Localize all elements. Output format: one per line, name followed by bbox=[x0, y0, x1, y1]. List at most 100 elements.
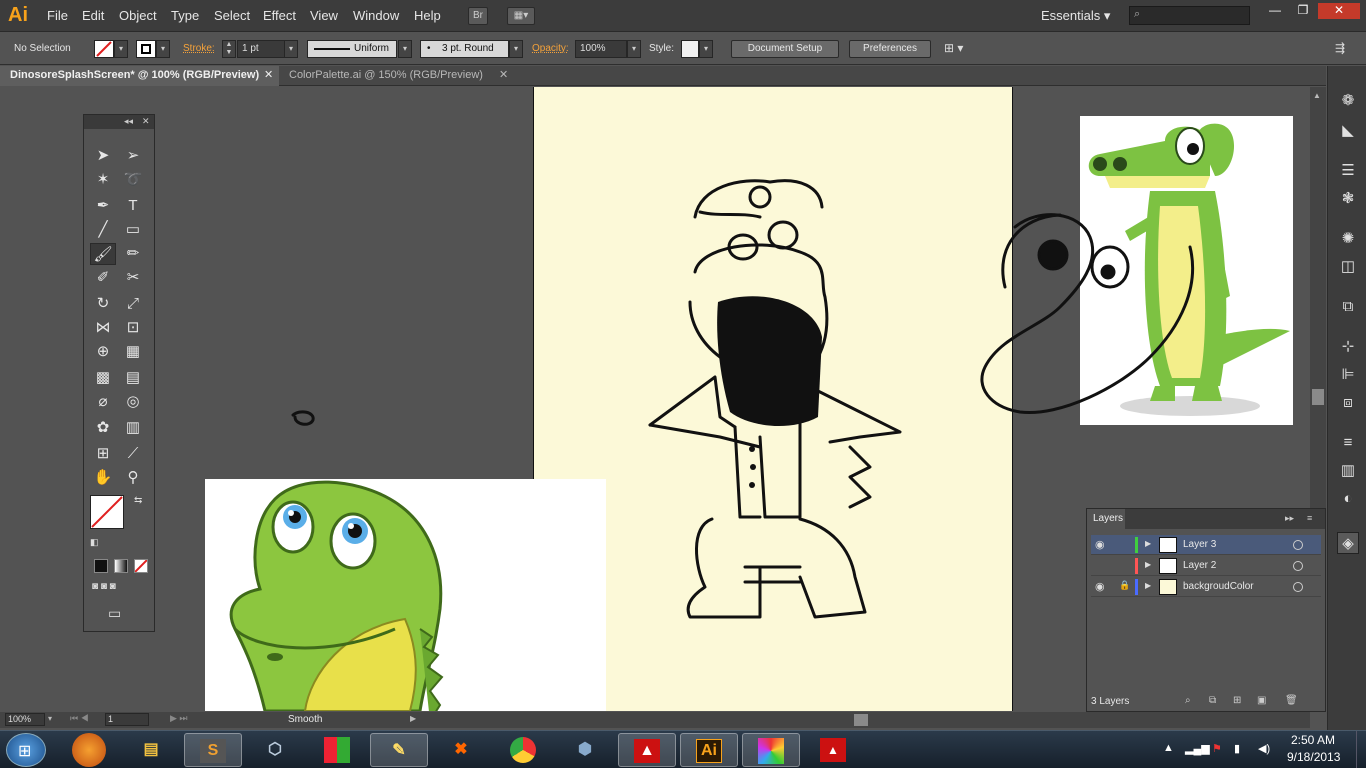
brush-dropdown[interactable]: ▾ bbox=[509, 40, 523, 58]
none-mode-icon[interactable] bbox=[134, 559, 148, 573]
panel-menu-icon[interactable]: ⇶ bbox=[1335, 41, 1345, 55]
line-segment-icon[interactable]: ╱ bbox=[90, 219, 116, 241]
menu-view[interactable]: View bbox=[310, 8, 338, 23]
magic-wand-icon[interactable]: ✶ bbox=[90, 169, 116, 191]
shape-builder-icon[interactable]: ⊕ bbox=[90, 341, 116, 363]
menu-type[interactable]: Type bbox=[171, 8, 199, 23]
maximize-button[interactable]: ❐ bbox=[1290, 3, 1316, 19]
expand-triangle-icon[interactable]: ▶ bbox=[1145, 581, 1151, 590]
stroke-stepper[interactable]: ▲ ▼ bbox=[222, 40, 236, 58]
default-colors-icon[interactable]: ◧ bbox=[90, 537, 99, 548]
mesh-icon[interactable]: ▩ bbox=[90, 367, 116, 389]
draw-behind-icon[interactable]: ◙ bbox=[101, 581, 107, 592]
illustrator-icon[interactable]: Ai bbox=[680, 733, 738, 767]
menu-window[interactable]: Window bbox=[353, 8, 399, 23]
opacity-dropdown[interactable]: ▾ bbox=[627, 40, 641, 58]
horizontal-scroll-thumb[interactable] bbox=[854, 714, 868, 726]
slice-icon[interactable]: ⟋ bbox=[120, 443, 146, 465]
layers-tab[interactable]: Layers bbox=[1087, 509, 1125, 529]
status-menu-icon[interactable]: ▶ bbox=[410, 714, 416, 723]
palette-icon[interactable] bbox=[742, 733, 800, 767]
screen-mode-icon[interactable]: ▭ bbox=[108, 605, 121, 622]
xampp-icon[interactable]: ✖ bbox=[432, 733, 490, 767]
opacity-field[interactable]: 100% bbox=[575, 40, 627, 58]
tab-dinosore-splash[interactable]: DinosoreSplashScreen* @ 100% (RGB/Previe… bbox=[0, 66, 279, 86]
preferences-button[interactable]: Preferences bbox=[849, 40, 931, 58]
rectangle-icon[interactable]: ▭ bbox=[120, 219, 146, 241]
hand-icon[interactable]: ✋ bbox=[90, 467, 116, 489]
arrange-documents-button[interactable]: ▦▾ bbox=[507, 7, 535, 25]
locate-object-icon[interactable]: ⌕ bbox=[1185, 695, 1191, 706]
power-icon[interactable]: ▮ bbox=[1234, 742, 1240, 755]
make-clipping-mask-icon[interactable]: ⧉ bbox=[1209, 695, 1216, 706]
perspective-grid-icon[interactable]: ▦ bbox=[120, 341, 146, 363]
style-dropdown[interactable]: ▾ bbox=[699, 40, 713, 58]
draw-normal-icon[interactable]: ◙ bbox=[92, 581, 98, 592]
adobe-cc-icon[interactable]: ▲ bbox=[804, 733, 862, 767]
horizontal-scrollbar[interactable] bbox=[160, 712, 1310, 728]
lasso-icon[interactable]: ➰ bbox=[120, 169, 146, 191]
chrome-icon[interactable] bbox=[494, 733, 552, 767]
selection-icon[interactable]: ➤ bbox=[90, 145, 116, 167]
rotate-icon[interactable]: ↻ bbox=[90, 293, 116, 315]
opacity-label[interactable]: Opacity: bbox=[532, 43, 569, 54]
collapse-panel-icon[interactable]: ▸▸ bbox=[1285, 513, 1294, 524]
artboard-icon[interactable]: ⊞ bbox=[90, 443, 116, 465]
next-artboard-icon[interactable]: ▶ ⏭ bbox=[170, 713, 188, 724]
fill-swatch[interactable] bbox=[94, 40, 114, 58]
office-icon[interactable] bbox=[308, 733, 366, 767]
gradient-panel-icon[interactable]: ▥ bbox=[1337, 460, 1359, 482]
graphic-style-swatch[interactable] bbox=[681, 40, 699, 58]
fill-dropdown[interactable]: ▾ bbox=[114, 40, 128, 58]
layer-row-layer-2[interactable]: ▶ Layer 2 bbox=[1091, 556, 1321, 576]
layer-target-icon[interactable] bbox=[1293, 540, 1303, 550]
column-graph-icon[interactable]: ▥ bbox=[120, 417, 146, 439]
pathfinder-icon[interactable]: ⧈ bbox=[1337, 392, 1359, 414]
scale-icon[interactable]: ⤢ bbox=[120, 293, 146, 315]
width-icon[interactable]: ⋈ bbox=[90, 317, 116, 339]
zoom-field[interactable]: 100% bbox=[5, 713, 45, 726]
layer-target-icon[interactable] bbox=[1293, 561, 1303, 571]
layer-target-icon[interactable] bbox=[1293, 582, 1303, 592]
box-icon[interactable]: ⬡ bbox=[246, 733, 304, 767]
stroke-panel-icon[interactable]: ≡ bbox=[1337, 432, 1359, 454]
vertical-scroll-thumb[interactable] bbox=[1312, 389, 1324, 405]
start-button[interactable]: ⊞ bbox=[6, 733, 46, 767]
visibility-eye-icon[interactable]: ◉ bbox=[1095, 538, 1105, 551]
minimize-button[interactable]: — bbox=[1262, 3, 1288, 19]
layer-row-layer-3[interactable]: ◉ ▶ Layer 3 bbox=[1091, 535, 1321, 555]
fill-color-swatch[interactable] bbox=[90, 495, 124, 529]
swap-colors-icon[interactable]: ⇆ bbox=[134, 495, 142, 506]
menu-object[interactable]: Object bbox=[119, 8, 157, 23]
align-icon[interactable]: ⊫ bbox=[1337, 364, 1359, 386]
layers-panel-icon[interactable]: ◈ bbox=[1337, 532, 1359, 554]
menu-select[interactable]: Select bbox=[214, 8, 250, 23]
panel-menu-icon[interactable]: ≡ bbox=[1307, 513, 1312, 523]
stroke-weight-field[interactable]: 1 pt bbox=[237, 40, 285, 58]
document-setup-button[interactable]: Document Setup bbox=[731, 40, 839, 58]
firefox-icon[interactable] bbox=[72, 733, 106, 767]
zoom-dropdown-icon[interactable]: ▾ bbox=[48, 714, 52, 723]
scissors-icon[interactable]: ✂ bbox=[120, 267, 146, 289]
notepad-icon[interactable]: ✎ bbox=[370, 733, 428, 767]
close-tab-icon[interactable]: ✕ bbox=[264, 66, 273, 85]
clock-date[interactable]: 9/18/2013 bbox=[1287, 750, 1340, 764]
menu-help[interactable]: Help bbox=[414, 8, 441, 23]
layer-row-backgroudcolor[interactable]: ◉ 🔒 ▶ backgroudColor bbox=[1091, 577, 1321, 597]
lock-icon[interactable]: 🔒 bbox=[1119, 580, 1130, 591]
gradient-mode-icon[interactable] bbox=[114, 559, 128, 573]
stroke-weight-dropdown[interactable]: ▾ bbox=[284, 40, 298, 58]
graphic-styles-icon[interactable]: ◫ bbox=[1337, 256, 1359, 278]
layer-name[interactable]: Layer 2 bbox=[1183, 560, 1216, 571]
draw-modes[interactable]: ◙ ◙ ◙ bbox=[92, 581, 148, 595]
direct-selection-icon[interactable]: ➢ bbox=[120, 145, 146, 167]
color-icon[interactable]: ◣ bbox=[1337, 120, 1359, 142]
close-button[interactable]: ✕ bbox=[1318, 3, 1360, 19]
layer-name[interactable]: backgroudColor bbox=[1183, 581, 1254, 592]
transparency-icon[interactable]: ◐ bbox=[1337, 488, 1359, 510]
help-search-input[interactable]: ⌕ bbox=[1129, 6, 1250, 25]
type-icon[interactable]: T bbox=[120, 195, 146, 217]
layer-name[interactable]: Layer 3 bbox=[1183, 539, 1216, 550]
menu-effect[interactable]: Effect bbox=[263, 8, 296, 23]
explorer-icon[interactable]: ▤ bbox=[122, 733, 180, 767]
